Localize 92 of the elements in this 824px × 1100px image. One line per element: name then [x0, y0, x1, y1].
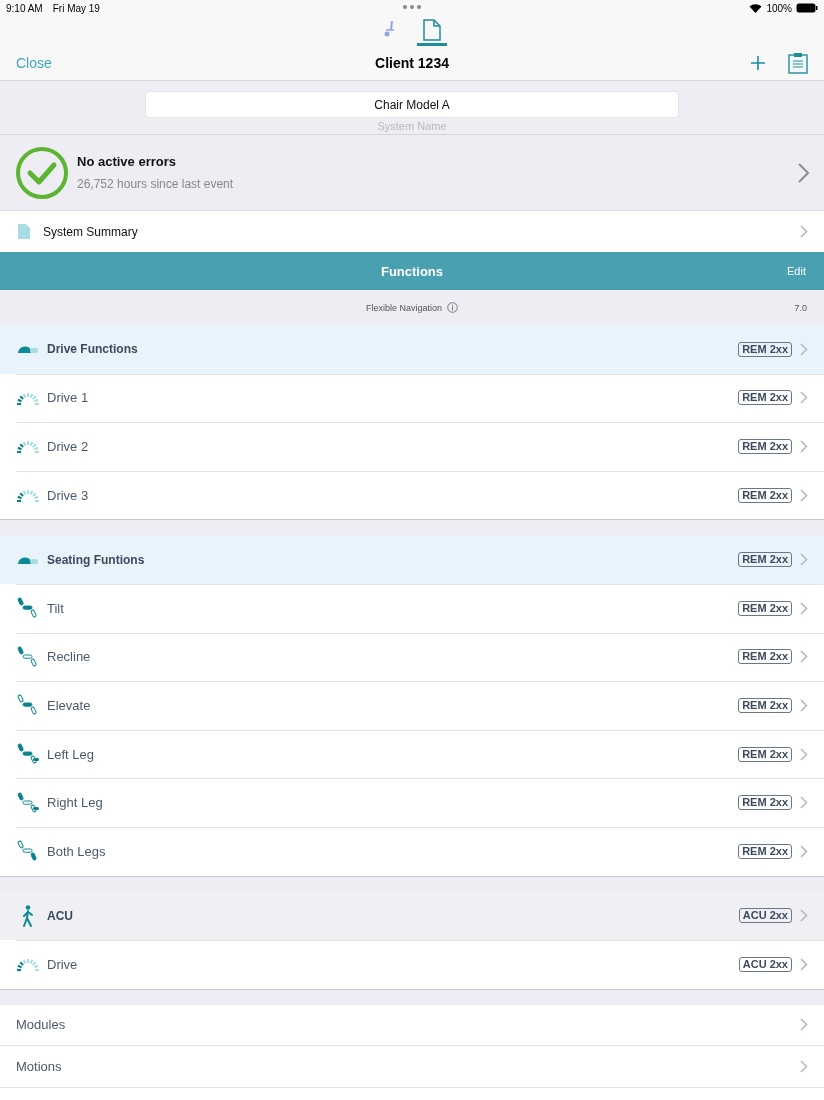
group-title: ACU — [47, 908, 74, 923]
model-tag: REM 2xx — [738, 552, 792, 568]
version-label: 7.0 — [794, 302, 807, 313]
model-tag: REM 2xx — [738, 843, 792, 859]
model-tag: REM 2xx — [738, 795, 792, 811]
group-header-row[interactable]: Drive Functions REM 2xx — [0, 325, 824, 374]
function-label: Drive 2 — [47, 439, 90, 454]
model-tag: REM 2xx — [738, 341, 792, 357]
function-label: Right Leg — [47, 795, 104, 811]
seat-position-icon — [17, 840, 39, 863]
toggle-icon — [17, 344, 39, 355]
document-icon — [423, 19, 441, 41]
chevron-icon — [800, 796, 808, 810]
gauge-icon — [16, 487, 40, 504]
chevron-icon — [800, 844, 808, 858]
function-row[interactable]: Drive 2 REM 2xx — [0, 422, 824, 471]
function-row[interactable]: Recline REM 2xx — [0, 632, 824, 682]
function-label: Drive 3 — [47, 487, 90, 503]
walking-person-icon — [21, 904, 35, 927]
chevron-icon — [800, 1059, 808, 1073]
chevron-icon — [800, 225, 808, 238]
gauge-icon — [16, 438, 40, 455]
chevron-icon — [800, 440, 808, 453]
system-summary-row[interactable]: System Summary — [0, 211, 824, 252]
chevron-icon — [800, 909, 808, 923]
model-tag: ACU 2xx — [738, 908, 792, 924]
battery-icon — [796, 3, 818, 13]
chevron-icon — [800, 488, 808, 502]
model-tag: ACU 2xx — [738, 956, 792, 972]
model-tag: REM 2xx — [738, 746, 792, 762]
model-tag: REM 2xx — [738, 600, 792, 616]
chevron-icon — [800, 747, 808, 761]
function-label: Recline — [47, 649, 92, 665]
function-label: Elevate — [47, 697, 92, 713]
menu-label: Motions — [16, 1058, 63, 1074]
wifi-icon — [749, 3, 763, 13]
function-row[interactable]: Both Legs REM 2xx — [0, 826, 824, 876]
chevron-icon — [800, 1018, 808, 1032]
menu-label: Modules — [16, 1017, 67, 1033]
seat-position-icon — [17, 743, 39, 766]
model-tag: REM 2xx — [738, 439, 792, 454]
function-row[interactable]: Drive 1 REM 2xx — [0, 373, 824, 423]
function-row[interactable]: Right Leg REM 2xx — [0, 778, 824, 827]
battery-percent: 100% — [766, 2, 792, 14]
function-label: Drive — [47, 956, 79, 972]
function-label: Drive 1 — [47, 390, 90, 406]
chevron-icon — [800, 650, 808, 664]
seat-position-icon — [17, 791, 39, 814]
add-icon[interactable] — [750, 55, 766, 71]
function-row[interactable]: Elevate REM 2xx — [0, 681, 824, 730]
menu-row[interactable]: Modules — [0, 1004, 824, 1047]
more-dots-icon — [403, 5, 421, 9]
gauge-icon — [16, 956, 40, 973]
function-label: Both Legs — [47, 843, 107, 859]
function-row[interactable]: Drive ACU 2xx — [0, 940, 824, 989]
chevron-icon — [800, 957, 808, 971]
status-date: Fri May 19 — [52, 2, 100, 14]
errors-subtitle: 26,752 hours since last event — [77, 177, 235, 191]
chevron-icon — [800, 342, 808, 356]
status-time: 9:10 AM — [6, 2, 43, 14]
model-tag: REM 2xx — [738, 390, 792, 406]
function-row[interactable]: Drive 3 REM 2xx — [0, 470, 824, 520]
chevron-icon — [800, 553, 808, 567]
system-name-field[interactable]: Chair Model A — [145, 91, 679, 118]
menu-row[interactable]: Motions — [0, 1046, 824, 1088]
wheelchair-icon — [383, 19, 397, 39]
group-header-row[interactable]: Seating Funtions REM 2xx — [0, 535, 824, 584]
function-row[interactable]: Tilt REM 2xx — [0, 583, 824, 633]
group-title: Drive Functions — [47, 342, 139, 357]
errors-title: No active errors — [77, 154, 177, 169]
clipboard-icon[interactable] — [788, 52, 808, 74]
group-title: Seating Funtions — [47, 552, 146, 567]
checkmark-circle-icon — [15, 145, 69, 200]
seat-position-icon — [17, 694, 39, 717]
model-tag: REM 2xx — [738, 649, 792, 665]
chevron-icon — [800, 601, 808, 615]
document-icon — [18, 224, 30, 239]
functions-title: Functions — [380, 263, 444, 279]
function-row[interactable]: Left Leg REM 2xx — [0, 729, 824, 779]
chevron-icon — [800, 391, 808, 405]
chevron-icon — [798, 162, 810, 183]
model-tag: REM 2xx — [738, 697, 792, 713]
nav-title: Client 1234 — [375, 55, 449, 71]
function-label: Left Leg — [47, 746, 95, 762]
chevron-icon — [800, 698, 808, 712]
info-icon[interactable] — [447, 302, 458, 313]
model-tag: REM 2xx — [738, 487, 792, 503]
seat-position-icon — [17, 597, 39, 620]
function-label: Tilt — [47, 600, 65, 616]
seat-position-icon — [17, 645, 39, 668]
flexible-navigation-label: Flexible Navigation — [365, 302, 442, 313]
summary-label: System Summary — [43, 224, 139, 239]
